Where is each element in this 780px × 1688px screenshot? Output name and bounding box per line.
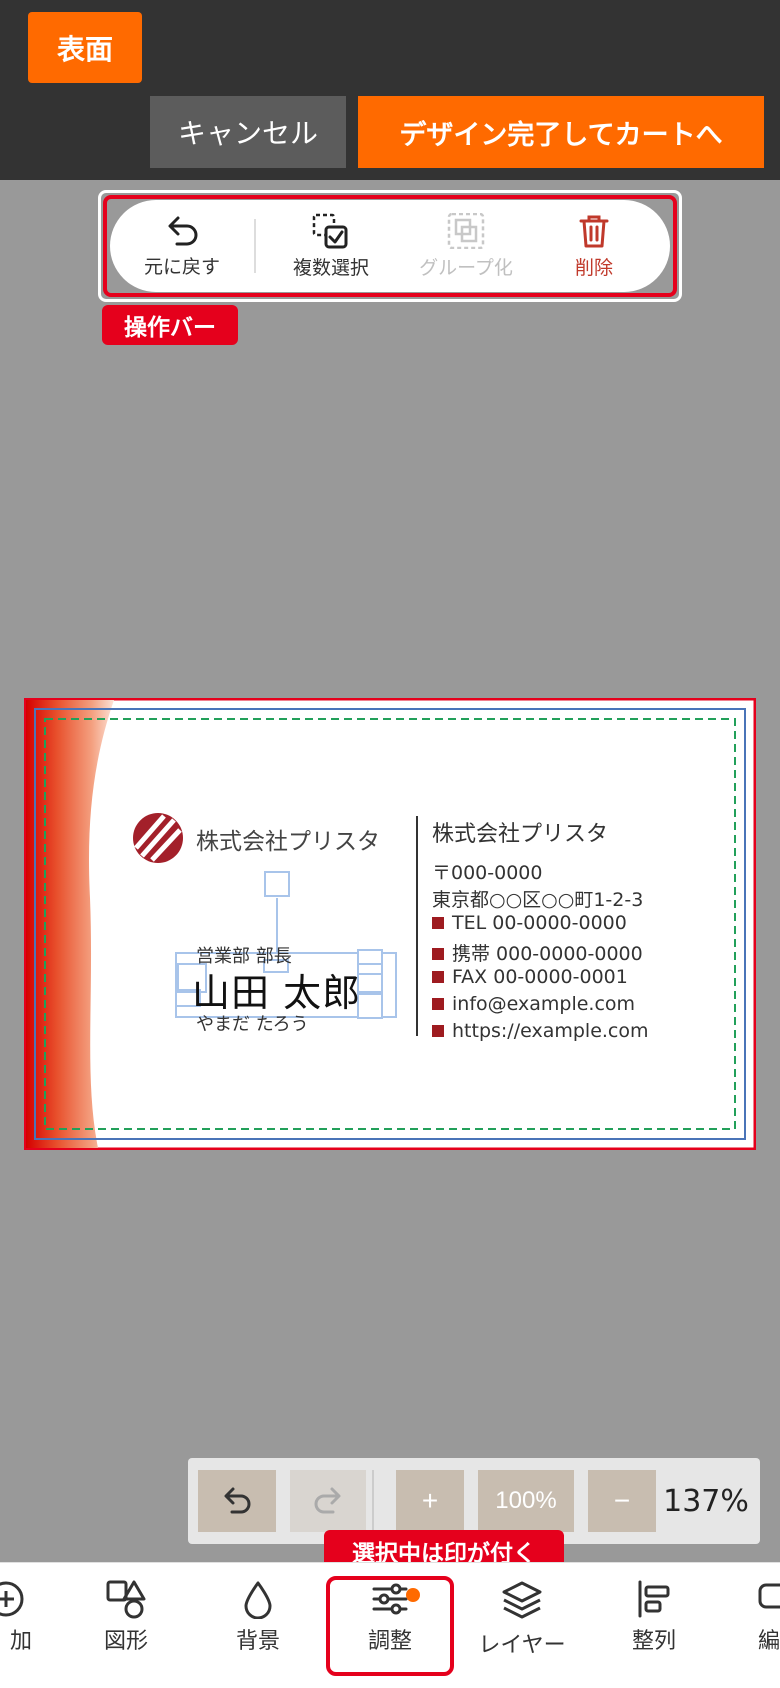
undo-icon xyxy=(168,216,198,245)
delete-label: 削除 xyxy=(574,256,613,279)
bullet-square xyxy=(432,917,444,929)
align-icon xyxy=(638,1580,670,1618)
bullet-square xyxy=(432,998,444,1010)
shapes-icon xyxy=(106,1580,146,1619)
tool-layers-label: レイヤー xyxy=(478,1633,566,1658)
card-postal[interactable]: 〒000-0000 xyxy=(432,858,542,885)
top-header: 表面 キャンセル デザイン完了してカートへ xyxy=(0,0,780,180)
cancel-button[interactable]: キャンセル xyxy=(150,96,346,168)
card-artwork xyxy=(24,698,756,1150)
bullet-square xyxy=(432,948,444,960)
card-url-text: https://example.com xyxy=(452,1020,649,1042)
tool-background-label: 背景 xyxy=(235,1629,280,1654)
card-fax-text: FAX 00-0000-0001 xyxy=(452,966,628,988)
tool-align-label: 整列 xyxy=(631,1629,676,1654)
tool-align[interactable]: 整列 xyxy=(610,1563,698,1688)
drop-icon xyxy=(244,1581,272,1619)
company-logo xyxy=(133,813,183,863)
selection-dot xyxy=(406,1588,420,1602)
card-fax[interactable]: FAX 00-0000-0001 xyxy=(432,966,628,988)
redo-button[interactable] xyxy=(290,1470,366,1532)
zoom-divider xyxy=(372,1470,374,1532)
bullet-square xyxy=(432,971,444,983)
layers-icon xyxy=(502,1581,542,1619)
undo-button[interactable] xyxy=(198,1470,276,1532)
card-company-name-right[interactable]: 株式会社プリスタ xyxy=(432,816,608,848)
multi-select-icon xyxy=(312,213,348,248)
tool-edit[interactable]: 編 xyxy=(758,1563,780,1688)
card-email-text: info@example.com xyxy=(452,993,636,1015)
redo-icon xyxy=(314,1487,341,1514)
card-address[interactable]: 東京都○○区○○町1-2-3 xyxy=(432,885,643,912)
adjust-selected-highlight xyxy=(326,1576,454,1676)
zoom-reset-button[interactable]: 100% xyxy=(478,1470,574,1532)
tool-add-label: 加 xyxy=(9,1629,32,1654)
card-company-name-left[interactable]: 株式会社プリスタ xyxy=(196,822,380,856)
card-url[interactable]: https://example.com xyxy=(432,1020,649,1042)
delete-button[interactable]: 削除 xyxy=(526,200,662,292)
card-tel-text: TEL 00-0000-0000 xyxy=(452,912,627,934)
card-tel[interactable]: TEL 00-0000-0000 xyxy=(432,912,627,934)
card-name-kana[interactable]: やまだ たろう xyxy=(196,1010,309,1036)
group-button[interactable]: グループ化 xyxy=(406,200,526,292)
card-mobile[interactable]: 携帯 000-0000-0000 xyxy=(432,939,643,966)
edit-icon xyxy=(758,1583,780,1609)
bullet-square xyxy=(432,1025,444,1037)
undo-icon xyxy=(224,1487,251,1514)
tool-shapes[interactable]: 図形 xyxy=(82,1563,170,1688)
trash-icon xyxy=(579,215,609,247)
zoom-level: 137% xyxy=(663,1483,749,1519)
operation-bar: 元に戻す 複数選択 グループ化 削除 xyxy=(110,200,670,292)
group-label: グループ化 xyxy=(419,256,513,279)
operation-bar-tag: 操作バー xyxy=(102,305,238,345)
front-side-tab[interactable]: 表面 xyxy=(28,12,142,83)
tool-layers[interactable]: レイヤー xyxy=(456,1563,588,1688)
finish-design-button[interactable]: デザイン完了してカートへ xyxy=(358,96,764,168)
zoom-in-button[interactable]: + xyxy=(396,1470,464,1532)
tool-add[interactable]: 加 xyxy=(0,1563,42,1688)
undo-label: 元に戻す xyxy=(143,255,220,278)
card-email[interactable]: info@example.com xyxy=(432,993,635,1015)
tool-background[interactable]: 背景 xyxy=(214,1563,302,1688)
group-icon xyxy=(447,212,485,249)
undo-op-button[interactable]: 元に戻す xyxy=(110,200,254,292)
add-icon xyxy=(0,1581,24,1617)
zoom-out-button[interactable]: − xyxy=(588,1470,656,1532)
tool-edit-label: 編 xyxy=(758,1629,780,1654)
multi-select-button[interactable]: 複数選択 xyxy=(256,200,406,292)
card-mobile-text: 携帯 000-0000-0000 xyxy=(452,943,643,965)
multi-select-label: 複数選択 xyxy=(292,256,369,279)
tool-shapes-label: 図形 xyxy=(103,1629,148,1654)
editor-screen: 表面 キャンセル デザイン完了してカートへ 元に戻す 複数選択 グループ化 削除… xyxy=(0,0,780,1688)
business-card-canvas[interactable]: 株式会社プリスタ 営業部 部長 山田 太郎 やまだ たろう 株式会社プリスタ 〒… xyxy=(24,698,756,1150)
card-person-name[interactable]: 山田 太郎 xyxy=(192,962,361,1017)
